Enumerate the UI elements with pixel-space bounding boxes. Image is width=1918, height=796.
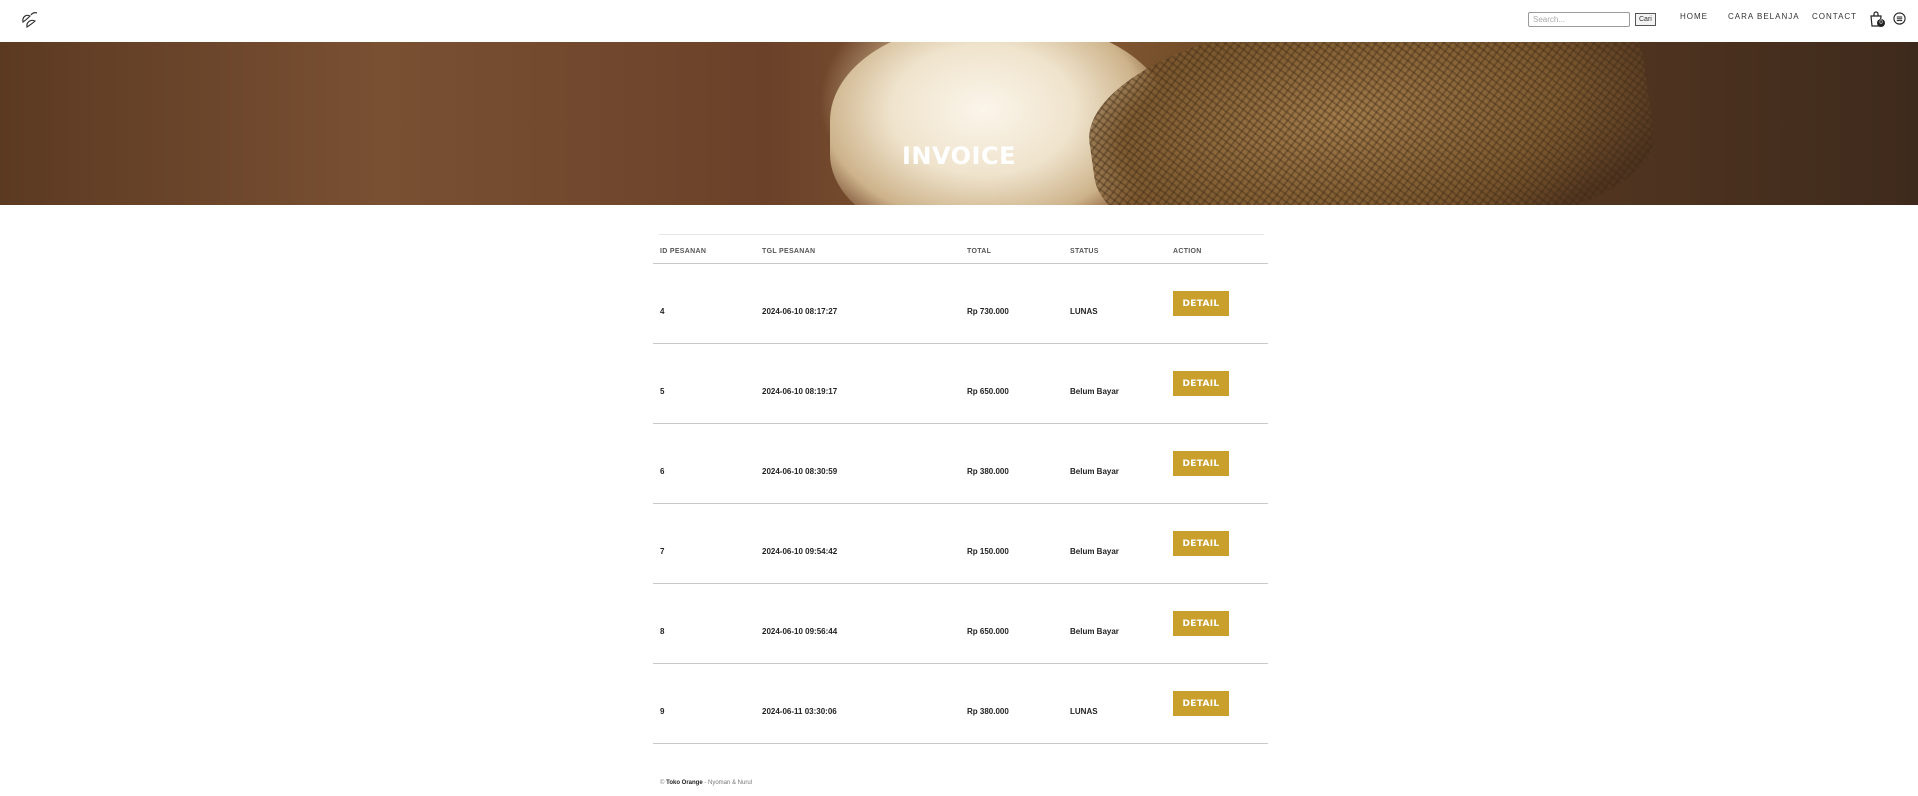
- cell-status: Belum Bayar: [1070, 627, 1119, 636]
- leaf-logo-icon[interactable]: [20, 10, 40, 30]
- nav-contact[interactable]: CONTACT: [1812, 12, 1857, 21]
- cell-total: Rp 650.000: [967, 387, 1009, 396]
- detail-button[interactable]: DETAIL: [1173, 371, 1229, 396]
- cell-total: Rp 380.000: [967, 467, 1009, 476]
- cell-status: LUNAS: [1070, 707, 1098, 716]
- footer-copyright: ©: [660, 780, 665, 786]
- cell-id: 8: [660, 627, 665, 636]
- hero-burlap-image: [1076, 42, 1664, 205]
- nav-home[interactable]: HOME: [1680, 12, 1708, 21]
- cell-date: 2024-06-10 09:54:42: [762, 547, 838, 556]
- cell-status: Belum Bayar: [1070, 547, 1119, 556]
- cell-total: Rp 150.000: [967, 547, 1009, 556]
- header-action: ACTION: [1173, 248, 1202, 255]
- header-total: TOTAL: [967, 248, 992, 255]
- hero-banner: INVOICE: [0, 42, 1918, 205]
- table-row: 8 2024-06-10 09:56:44 Rp 650.000 Belum B…: [653, 584, 1268, 664]
- header-id-pesanan: ID PESANAN: [660, 248, 707, 255]
- search-input[interactable]: [1528, 12, 1630, 27]
- table-top-divider: [659, 234, 1264, 235]
- cell-status: Belum Bayar: [1070, 467, 1119, 476]
- table-row: 4 2024-06-10 08:17:27 Rp 730.000 LUNAS D…: [653, 264, 1268, 344]
- table-row: 5 2024-06-10 08:19:17 Rp 650.000 Belum B…: [653, 344, 1268, 424]
- table-row: 6 2024-06-10 08:30:59 Rp 380.000 Belum B…: [653, 424, 1268, 504]
- cell-id: 7: [660, 547, 665, 556]
- detail-button[interactable]: DETAIL: [1173, 291, 1229, 316]
- detail-button[interactable]: DETAIL: [1173, 451, 1229, 476]
- table-row: 9 2024-06-11 03:30:06 Rp 380.000 LUNAS D…: [653, 664, 1268, 744]
- header-status: STATUS: [1070, 248, 1099, 255]
- cell-date: 2024-06-10 08:17:27: [762, 307, 838, 316]
- cell-id: 5: [660, 387, 665, 396]
- table-row: 7 2024-06-10 09:54:42 Rp 150.000 Belum B…: [653, 504, 1268, 584]
- footer-brand[interactable]: Toko Orange: [666, 780, 703, 786]
- footer-credit: - Nyoman & Nurul: [702, 780, 753, 786]
- cell-date: 2024-06-11 03:30:06: [762, 707, 837, 716]
- cell-id: 9: [660, 707, 665, 716]
- search-form: Cari: [1528, 12, 1656, 27]
- search-button[interactable]: Cari: [1635, 13, 1656, 26]
- menu-circle-icon[interactable]: [1893, 12, 1906, 25]
- footer: © Toko Orange - Nyoman & Nurul: [660, 780, 752, 786]
- cell-status: LUNAS: [1070, 307, 1098, 316]
- cell-date: 2024-06-10 09:56:44: [762, 627, 838, 636]
- cell-total: Rp 650.000: [967, 627, 1009, 636]
- cell-id: 6: [660, 467, 665, 476]
- cart-count-badge: 0: [1877, 19, 1885, 27]
- nav-cara-belanja[interactable]: CARA BELANJA: [1728, 12, 1800, 21]
- cell-date: 2024-06-10 08:19:17: [762, 387, 838, 396]
- table-header-row: ID PESANAN TGL PESANAN TOTAL STATUS ACTI…: [653, 244, 1268, 264]
- cell-total: Rp 730.000: [967, 307, 1009, 316]
- page-title: INVOICE: [901, 142, 1016, 170]
- cell-date: 2024-06-10 08:30:59: [762, 467, 838, 476]
- site-header: Cari HOME CARA BELANJA CONTACT 0: [0, 0, 1918, 42]
- detail-button[interactable]: DETAIL: [1173, 691, 1229, 716]
- cell-id: 4: [660, 307, 665, 316]
- header-tgl-pesanan: TGL PESANAN: [762, 248, 816, 255]
- detail-button[interactable]: DETAIL: [1173, 611, 1229, 636]
- detail-button[interactable]: DETAIL: [1173, 531, 1229, 556]
- cell-total: Rp 380.000: [967, 707, 1009, 716]
- cell-status: Belum Bayar: [1070, 387, 1119, 396]
